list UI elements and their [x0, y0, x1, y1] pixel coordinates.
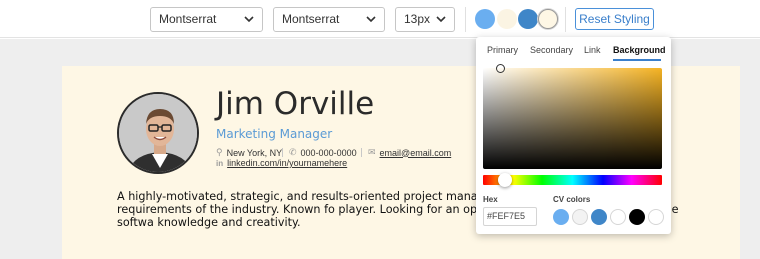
- location-text: New York, NY: [226, 147, 283, 158]
- hex-input[interactable]: #FEF7E5: [483, 207, 537, 226]
- chevron-down-icon: [366, 16, 376, 23]
- email-link[interactable]: email@email.com: [380, 148, 452, 158]
- phone-text: 000-000-0000: [300, 147, 357, 158]
- resume-job-title[interactable]: Marketing Manager: [216, 127, 332, 141]
- active-tab-indicator: [613, 59, 661, 61]
- primary-color-swatch[interactable]: [475, 9, 495, 29]
- styling-toolbar: Montserrat Montserrat 13px Reset Styling: [0, 0, 760, 38]
- hex-label: Hex: [483, 195, 498, 204]
- body-font-value: Montserrat: [282, 12, 340, 26]
- saturation-cursor[interactable]: [496, 64, 505, 73]
- chevron-down-icon: [436, 16, 446, 23]
- tab-background[interactable]: Background: [613, 45, 666, 55]
- color-picker-popover: Primary Secondary Link Background Hex #F…: [476, 37, 671, 234]
- link-color-swatch[interactable]: [518, 9, 538, 29]
- contact-phone[interactable]: ✆ 000-000-0000: [289, 147, 357, 158]
- font-size-value: 13px: [404, 12, 431, 26]
- tab-secondary[interactable]: Secondary: [530, 45, 573, 55]
- background-color-swatch[interactable]: [538, 9, 558, 29]
- contact-email[interactable]: ✉ email@email.com: [368, 147, 451, 158]
- secondary-color-swatch[interactable]: [497, 9, 517, 29]
- avatar: [117, 92, 199, 174]
- hue-slider-handle[interactable]: [498, 173, 512, 187]
- toolbar-divider: [565, 7, 566, 32]
- cv-color-swatch[interactable]: [572, 209, 588, 225]
- linkedin-link[interactable]: linkedin.com/in/yournamehere: [227, 158, 347, 168]
- resume-name[interactable]: Jim Orville: [216, 86, 374, 122]
- cv-color-swatch[interactable]: [629, 209, 645, 225]
- reset-styling-button[interactable]: Reset Styling: [575, 8, 654, 30]
- contact-separator: [282, 148, 283, 157]
- tab-link[interactable]: Link: [584, 45, 601, 55]
- cv-color-swatch[interactable]: [591, 209, 607, 225]
- font-size-select[interactable]: 13px: [395, 7, 455, 32]
- toolbar-divider: [465, 7, 466, 32]
- heading-font-value: Montserrat: [159, 12, 217, 26]
- chevron-down-icon: [244, 16, 254, 23]
- cv-color-swatch[interactable]: [610, 209, 626, 225]
- cv-color-swatch[interactable]: [648, 209, 664, 225]
- tab-primary[interactable]: Primary: [487, 45, 518, 55]
- color-target-tabs: Primary Secondary Link Background: [476, 37, 671, 62]
- contact-location[interactable]: ⚲ New York, NY: [216, 147, 282, 158]
- linkedin-icon: in: [216, 158, 224, 168]
- phone-icon: ✆: [289, 147, 297, 157]
- cv-color-swatch[interactable]: [553, 209, 569, 225]
- cv-colors-label: CV colors: [553, 195, 591, 204]
- contact-separator: [361, 148, 362, 157]
- envelope-icon: ✉: [368, 147, 376, 157]
- saturation-area[interactable]: [483, 68, 662, 169]
- contact-linkedin[interactable]: in linkedin.com/in/yournamehere: [216, 158, 347, 168]
- heading-font-select[interactable]: Montserrat: [150, 7, 263, 32]
- body-font-select[interactable]: Montserrat: [273, 7, 385, 32]
- location-pin-icon: ⚲: [216, 147, 223, 157]
